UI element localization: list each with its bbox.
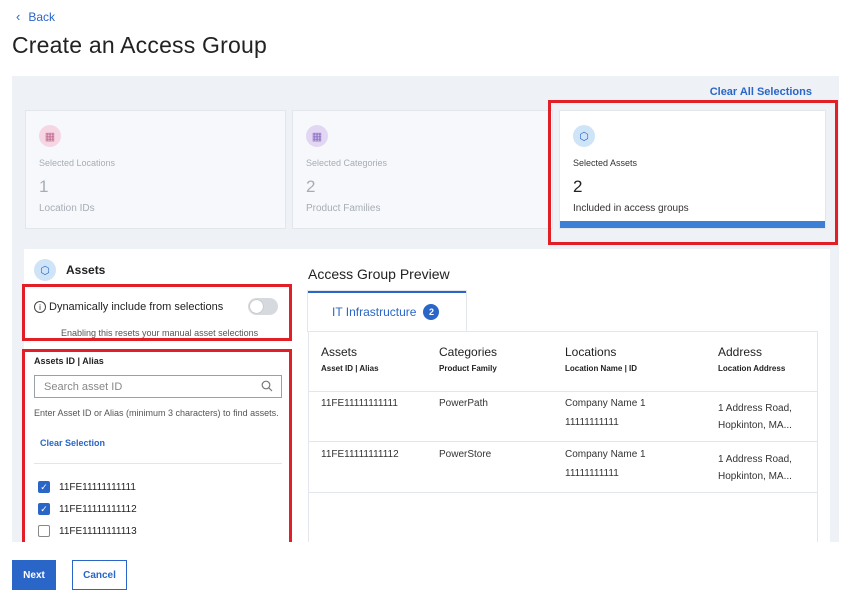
divider [34,463,282,464]
cell-category: PowerStore [439,449,492,460]
clear-selection-link[interactable]: Clear Selection [40,438,105,448]
dynamic-include-label: Dynamically include from selections [49,301,224,313]
cell-address: 1 Address Road, Hopkinton, MA... [718,451,792,485]
tab-it-infrastructure[interactable]: IT Infrastructure 2 [308,291,466,331]
card-value: 1 [39,177,49,196]
asset-id-field-label: Assets ID | Alias [34,356,104,366]
location-name: Company Name 1 [565,398,646,409]
cell-category: PowerPath [439,398,488,409]
tab-label: IT Infrastructure [332,305,417,319]
address-line-1: 1 Address Road, [718,403,792,414]
preview-table: Assets Asset ID | Alias Categories Produ… [308,331,818,542]
card-selected-assets[interactable]: ⬡ Selected Assets 2 Included in access g… [559,110,826,229]
asset-id-label: 11FE11111111111 [59,481,136,493]
dynamic-include-note: Enabling this resets your manual asset s… [61,328,259,338]
card-label: Selected Locations [39,158,116,168]
checkbox-unchecked-icon[interactable] [38,525,50,537]
card-value: 2 [306,177,316,196]
chevron-left-icon: ‹ [16,9,21,24]
row-divider [309,391,817,392]
column-subtitle: Location Name | ID [565,364,638,373]
asset-search-input[interactable] [35,376,245,397]
card-label: Selected Categories [306,158,388,168]
asset-checkbox-item[interactable]: ✓ 11FE11111111112 [38,503,137,515]
column-title: Categories [439,345,498,359]
back-link[interactable]: ‹ Back [16,9,55,24]
address-line-2: Hopkinton, MA... [718,420,792,431]
asset-search-box [34,375,282,398]
cell-location: Company Name 1 11111111111 [565,446,646,482]
dynamic-include-toggle[interactable] [248,298,278,315]
card-sublabel: Included in access groups [573,203,689,214]
card-sublabel: Location IDs [39,203,95,214]
column-subtitle: Location Address [718,364,786,373]
access-group-preview-panel: Access Group Preview IT Infrastructure 2… [298,249,830,542]
active-indicator-bar [560,221,825,228]
column-subtitle: Product Family [439,364,497,373]
location-name: Company Name 1 [565,449,646,460]
row-divider [309,492,817,493]
info-icon[interactable]: i [34,301,46,313]
cell-asset: 11FE11111111111 [321,398,398,409]
column-title: Locations [565,345,617,359]
row-divider [309,441,817,442]
address-line-2: Hopkinton, MA... [718,471,792,482]
cell-address: 1 Address Road, Hopkinton, MA... [718,400,792,434]
asset-id-label: 11FE11111111113 [59,525,137,537]
cell-location: Company Name 1 11111111111 [565,395,646,431]
page-title: Create an Access Group [12,32,267,58]
access-group-panel: Clear All Selections ▦ Selected Location… [12,76,839,542]
asset-checkbox-item[interactable]: ✓ 11FE11111111111 [38,481,136,493]
card-selected-categories[interactable]: ▦ Selected Categories 2 Product Families [292,110,553,229]
location-id: 11111111111 [565,468,619,479]
category-icon: ▦ [306,125,328,147]
cube-icon: ⬡ [34,259,56,281]
address-line-1: 1 Address Road, [718,454,792,465]
back-label: Back [28,9,56,24]
toggle-knob [250,300,263,313]
column-header-assets: Assets Asset ID | Alias [321,345,379,373]
building-icon: ▦ [39,125,61,147]
next-button[interactable]: Next [12,560,56,590]
asset-id-label: 11FE11111111112 [59,503,137,515]
column-header-locations: Locations Location Name | ID [565,345,637,373]
column-title: Address [718,345,763,359]
search-hint: Enter Asset ID or Alias (minimum 3 chara… [34,408,279,418]
cube-icon: ⬡ [573,125,595,147]
assets-panel: ⬡ Assets i Dynamically include from sele… [24,249,304,542]
cell-asset: 11FE11111111112 [321,449,399,460]
column-title: Assets [321,345,358,359]
asset-checkbox-item[interactable]: 11FE11111111113 [38,525,137,537]
column-header-categories: Categories Product Family [439,345,497,373]
card-selected-locations[interactable]: ▦ Selected Locations 1 Location IDs [25,110,286,229]
search-icon[interactable] [261,380,273,392]
column-subtitle: Asset ID | Alias [321,364,379,373]
assets-header: ⬡ Assets [34,259,105,281]
checkbox-checked-icon[interactable]: ✓ [38,481,50,493]
location-id: 11111111111 [565,417,619,428]
checkbox-checked-icon[interactable]: ✓ [38,503,50,515]
card-sublabel: Product Families [306,203,381,214]
clear-all-selections-link[interactable]: Clear All Selections [710,86,812,98]
assets-title: Assets [66,263,106,277]
preview-title: Access Group Preview [308,266,450,282]
card-label: Selected Assets [573,158,638,168]
column-header-address: Address Location Address [718,345,785,373]
dynamic-include-row: i Dynamically include from selections [34,301,223,313]
card-value: 2 [573,177,583,196]
tab-count-badge: 2 [423,304,440,320]
cancel-button[interactable]: Cancel [72,560,127,590]
